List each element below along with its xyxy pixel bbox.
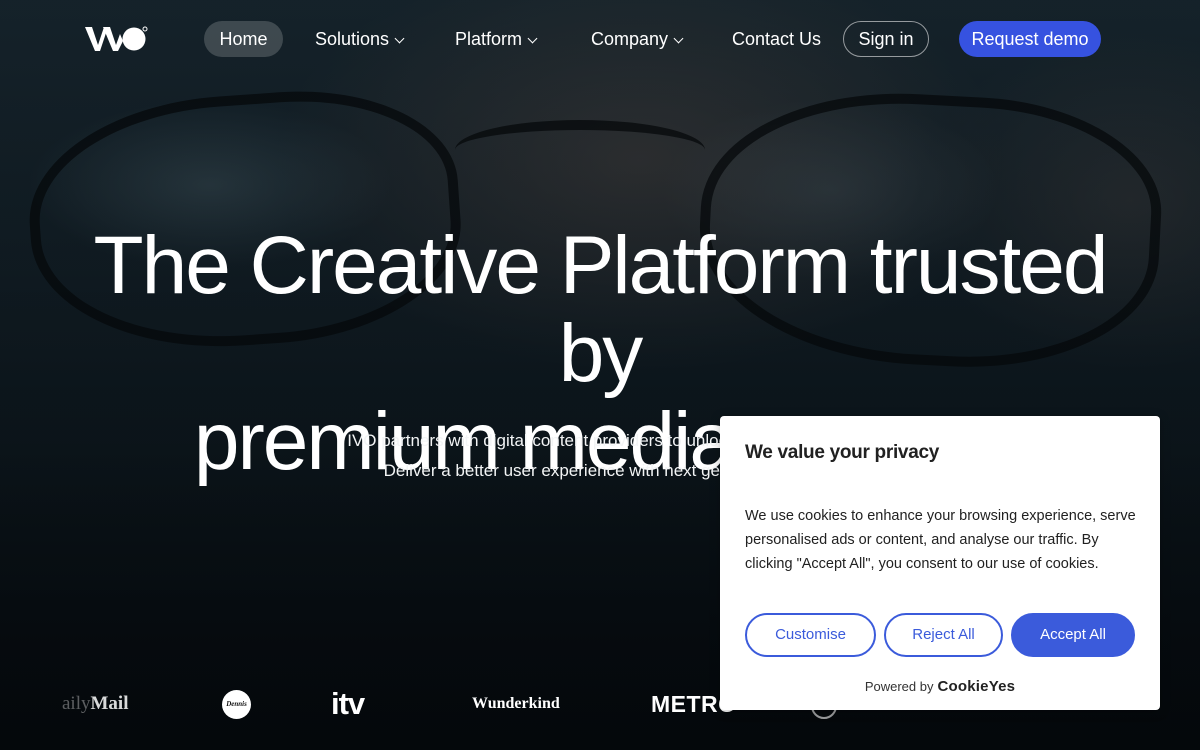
cookie-customise-button[interactable]: Customise (745, 613, 876, 657)
cookie-description: We use cookies to enhance your browsing … (745, 508, 1136, 572)
top-navigation: Home Solutions Platform Company Contact … (0, 0, 1200, 78)
nav-solutions[interactable]: Solutions (315, 21, 405, 57)
partner-logo-itv: itv (331, 686, 365, 721)
chevron-down-icon (527, 33, 538, 44)
nav-company-label: Company (591, 29, 669, 49)
nav-home[interactable]: Home (204, 21, 283, 57)
ivo-logo[interactable] (84, 25, 148, 53)
nav-company[interactable]: Company (591, 21, 684, 57)
cookie-accept-all-button[interactable]: Accept All (1011, 613, 1135, 657)
partner-logo-dailymail: ailyMail (62, 693, 129, 715)
cookie-consent-banner: We value your privacy We use cookies to … (720, 416, 1160, 710)
partner-logo-wunderkind: Wunderkind (472, 695, 560, 712)
cookie-title: We value your privacy (745, 442, 939, 463)
cookie-reject-all-button[interactable]: Reject All (884, 613, 1003, 657)
nav-contact[interactable]: Contact Us (732, 21, 821, 57)
request-demo-button[interactable]: Request demo (959, 21, 1101, 57)
hero-headline-line1: The Creative Platform trusted by (93, 220, 1109, 399)
sign-in-button[interactable]: Sign in (843, 21, 929, 57)
powered-by-label: Powered by (864, 679, 934, 694)
nav-platform[interactable]: Platform (455, 21, 538, 57)
cookieyes-logo: CookieYes (937, 678, 1016, 695)
partner-logo-dennis: Dennis (222, 690, 251, 719)
nav-solutions-label: Solutions (315, 29, 390, 49)
nav-platform-label: Platform (455, 29, 523, 49)
chevron-down-icon (673, 33, 684, 44)
dailymail-main: Mail (90, 693, 129, 714)
dailymail-prefix: aily (62, 693, 91, 714)
cookie-powered-by[interactable]: Powered by CookieYes (720, 678, 1160, 695)
chevron-down-icon (394, 33, 405, 44)
